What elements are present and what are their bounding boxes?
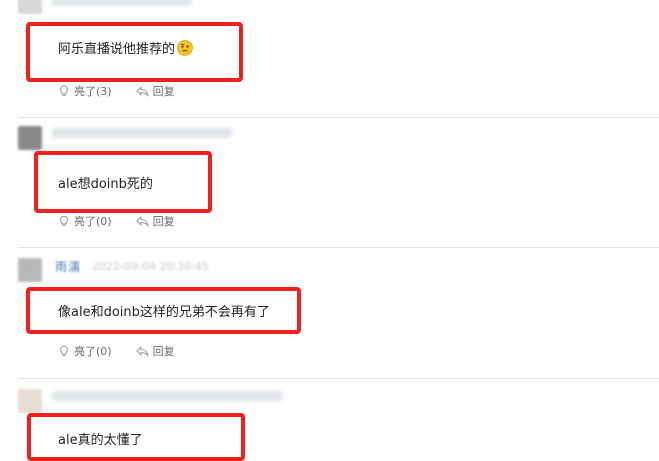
comment-actions: 亮了(0) 回复	[58, 343, 175, 359]
reply-arrow-icon	[136, 86, 149, 97]
light-bulb-icon	[60, 85, 68, 96]
like-button[interactable]: 亮了(0)	[58, 343, 112, 359]
avatar[interactable]	[18, 389, 42, 413]
username[interactable]: 雨濡	[55, 258, 81, 275]
avatar[interactable]	[18, 258, 42, 282]
comment-actions: 亮了(0) 回复	[58, 213, 175, 229]
reply-button[interactable]: 回复	[136, 213, 175, 229]
light-bulb-icon	[60, 345, 68, 356]
reply-button[interactable]: 回复	[136, 83, 175, 99]
like-button[interactable]: 亮了(3)	[58, 83, 112, 99]
like-count-label: 亮了(3)	[74, 85, 112, 98]
reply-button[interactable]: 回复	[136, 343, 175, 359]
comment-text: 像ale和doinb这样的兄弟不会再有了	[58, 305, 270, 320]
comment-text-content: 阿乐直播说他推荐的	[58, 42, 176, 57]
reply-arrow-icon	[136, 216, 149, 227]
comment-actions: 亮了(3) 回复	[58, 83, 175, 99]
reply-arrow-icon	[136, 346, 149, 357]
comment-item: 阿乐直播说他推荐的 亮了(3) 回复	[0, 0, 659, 110]
comment-item: ale真的太懂了	[0, 379, 659, 461]
like-count-label: 亮了(0)	[74, 345, 112, 358]
comment-text: 阿乐直播说他推荐的	[58, 38, 193, 57]
like-button[interactable]: 亮了(0)	[58, 213, 112, 229]
avatar[interactable]	[18, 0, 42, 14]
username-blurred	[52, 0, 192, 6]
username-blurred	[52, 128, 232, 138]
light-bulb-icon	[60, 215, 68, 226]
comment-item: ale想doinb死的 亮了(0) 回复	[0, 118, 659, 248]
reply-label: 回复	[152, 215, 175, 228]
comment-item: 雨濡 2022-09-04 20:30:45 像ale和doinb这样的兄弟不会…	[0, 248, 659, 378]
reply-label: 回复	[152, 345, 175, 358]
like-count-label: 亮了(0)	[74, 215, 112, 228]
reply-label: 回复	[152, 85, 175, 98]
avatar[interactable]	[18, 126, 42, 150]
comment-text: ale想doinb死的	[58, 177, 153, 192]
username-blurred	[52, 391, 282, 401]
timestamp: 2022-09-04 20:30:45	[92, 260, 209, 273]
comment-text: ale真的太懂了	[58, 433, 143, 448]
thinking-face-emoji	[177, 40, 193, 56]
